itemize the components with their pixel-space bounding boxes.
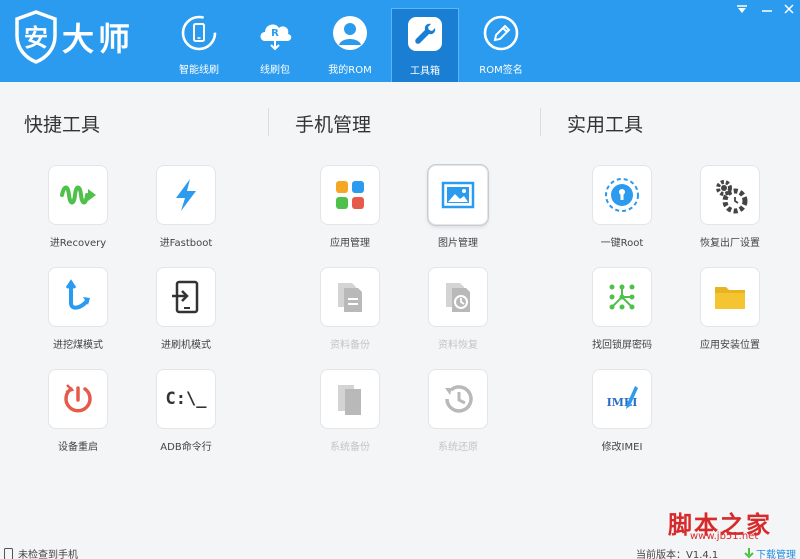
menu-down-icon (737, 5, 747, 13)
nav-smart-flash[interactable]: 智能线刷 (165, 8, 233, 82)
download-icon (744, 548, 754, 559)
terminal-icon: C:\_ (165, 389, 207, 409)
tool-button[interactable] (48, 267, 108, 327)
recovery-icon (60, 185, 96, 205)
watermark-url: www.jb51.net (690, 531, 759, 542)
tool-button[interactable] (700, 267, 760, 327)
wrench-icon (408, 17, 442, 51)
lightning-icon (176, 179, 196, 211)
tool-system-restore: 系统还原 (413, 369, 503, 453)
system-restore-icon (445, 385, 473, 413)
section-title-quick-tools: 快捷工具 (24, 114, 101, 136)
app-title: 大师 (62, 20, 135, 58)
tool-button[interactable]: C:\_ (156, 369, 216, 429)
tool-button (320, 267, 380, 327)
section-title-phone-management: 手机管理 (295, 114, 372, 136)
tool-one-click-root[interactable]: 一键Root (577, 165, 667, 249)
tool-button[interactable] (592, 267, 652, 327)
tool-enter-fastboot[interactable]: 进Fastboot (141, 165, 231, 249)
tool-recover-lock-password[interactable]: 找回锁屏密码 (577, 267, 667, 351)
pattern-lock-icon (609, 284, 635, 310)
device-status-text: 未检查到手机 (18, 550, 78, 559)
data-backup-icon (338, 283, 362, 312)
imei-edit-icon: IMEI (607, 386, 638, 409)
tool-button[interactable] (592, 165, 652, 225)
tool-enter-recovery[interactable]: 进Recovery (33, 165, 123, 249)
tool-button (428, 267, 488, 327)
arrow-curve-icon (65, 279, 90, 310)
tool-data-backup: 资料备份 (305, 267, 395, 351)
tool-factory-reset[interactable]: 恢复出厂设置 (685, 165, 775, 249)
minimize-button[interactable] (758, 3, 776, 18)
gear-clock-icon (716, 180, 748, 214)
cloud-download-icon: R (260, 24, 292, 51)
tool-button (320, 369, 380, 429)
tool-device-restart[interactable]: 设备重启 (33, 369, 123, 453)
tool-adb-command[interactable]: C:\_ ADB命令行 (141, 369, 231, 453)
nav-toolbox[interactable]: 工具箱 (391, 8, 459, 82)
restart-icon (64, 384, 92, 413)
tool-button[interactable] (700, 165, 760, 225)
dropdown-menu-button[interactable] (733, 3, 751, 18)
phone-refresh-icon (181, 15, 217, 51)
close-icon (784, 4, 794, 14)
tool-button[interactable] (156, 165, 216, 225)
tool-app-management[interactable]: 应用管理 (305, 165, 395, 249)
minimize-icon (762, 10, 772, 12)
phone-icon (4, 547, 13, 559)
folder-icon (715, 287, 745, 309)
download-manager-link[interactable]: 下载管理 (744, 546, 796, 559)
shield-logo-icon: 安 (15, 10, 57, 64)
section-divider (268, 108, 269, 136)
root-lock-icon (605, 178, 639, 212)
tool-button[interactable]: IMEI (592, 369, 652, 429)
tool-button (428, 369, 488, 429)
system-backup-icon (338, 385, 361, 415)
nav-flash-package[interactable]: R 线刷包 (241, 8, 309, 82)
version-text: 当前版本：V1.4.1 (636, 550, 719, 559)
apps-grid-icon (336, 181, 364, 209)
tool-button[interactable] (48, 369, 108, 429)
tool-app-install-location[interactable]: 应用安装位置 (685, 267, 775, 351)
data-restore-icon (446, 283, 470, 312)
tool-image-management[interactable]: 图片管理 (413, 165, 503, 249)
phone-login-icon (172, 280, 199, 314)
section-title-utility-tools: 实用工具 (567, 114, 644, 136)
tool-enter-mining-mode[interactable]: 进挖煤模式 (33, 267, 123, 351)
image-icon (441, 181, 475, 209)
tool-system-backup: 系统备份 (305, 369, 395, 453)
svg-text:R: R (271, 28, 279, 39)
svg-text:安: 安 (24, 24, 48, 52)
close-button[interactable] (780, 3, 798, 18)
section-divider (540, 108, 541, 136)
tool-enter-flash-mode[interactable]: 进刷机模式 (141, 267, 231, 351)
user-icon (333, 16, 367, 50)
nav-rom-sign[interactable]: ROM签名 (467, 8, 535, 82)
tool-data-restore: 资料恢复 (413, 267, 503, 351)
nav-my-rom[interactable]: 我的ROM (316, 8, 384, 82)
tool-modify-imei[interactable]: IMEI 修改IMEI (577, 369, 667, 453)
status-bar: 未检查到手机 当前版本：V1.4.1 下载管理 (0, 543, 800, 559)
tool-button[interactable] (320, 165, 380, 225)
top-header: 安 大师 智能线刷 R 线刷包 我的ROM 工具箱 ROM签名 (0, 0, 800, 82)
tool-button[interactable] (428, 165, 488, 225)
download-manager-label: 下载管理 (756, 550, 796, 559)
tool-button[interactable] (48, 165, 108, 225)
pen-icon (483, 15, 519, 51)
tool-button[interactable] (156, 267, 216, 327)
app-logo: 安 大师 (14, 10, 134, 64)
device-status: 未检查到手机 (4, 546, 78, 559)
